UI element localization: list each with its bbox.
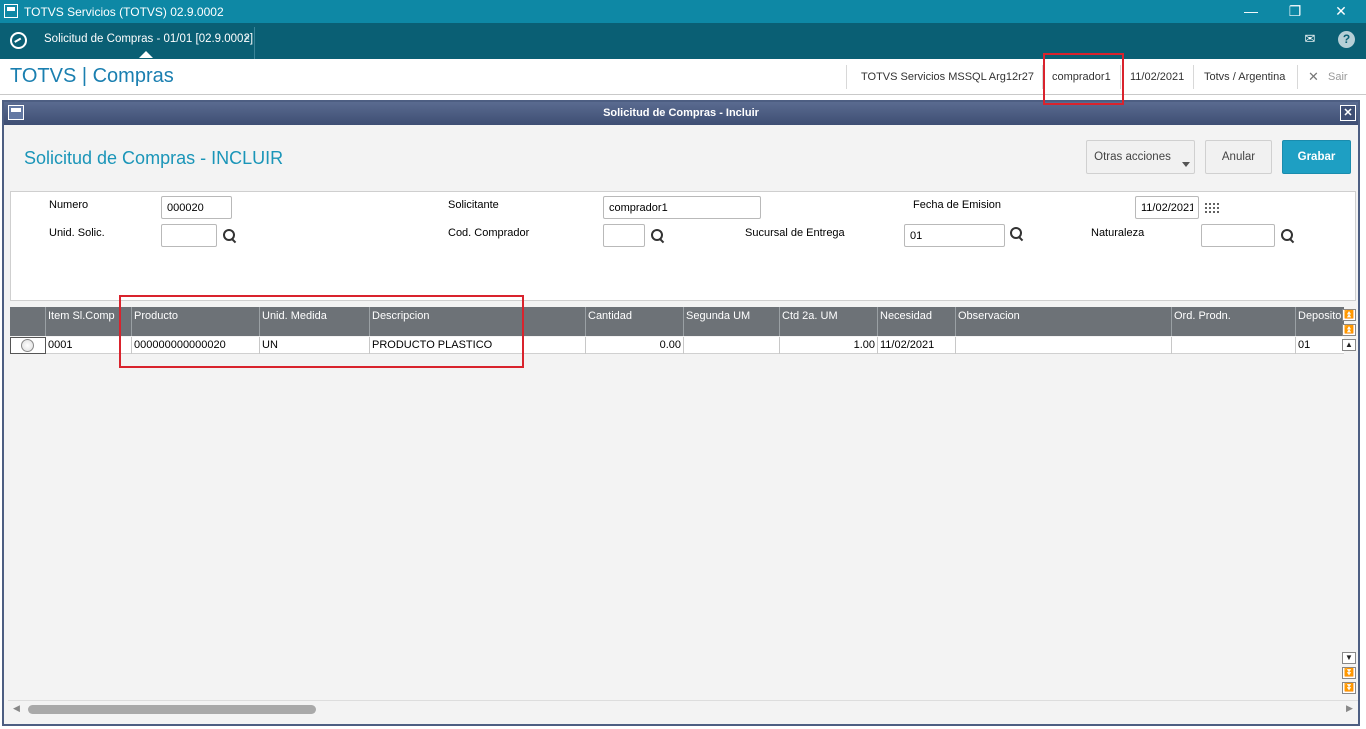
- row-selector-cell[interactable]: [10, 337, 46, 354]
- help-icon[interactable]: ?: [1338, 31, 1355, 48]
- company-label: Totvs / Argentina: [1204, 71, 1286, 83]
- grid-vertical-scrollbar[interactable]: ⏫ ⏫ ▲ ▼ ⏬ ⏬: [1342, 307, 1357, 696]
- other-actions-label: Otras acciones: [1094, 151, 1171, 163]
- column-header-deposito[interactable]: Deposito: [1296, 307, 1344, 336]
- header-divider: [1297, 65, 1298, 89]
- cancel-button[interactable]: Anular: [1205, 140, 1272, 174]
- module-brand: TOTVS | Compras: [10, 65, 174, 87]
- exit-icon[interactable]: ✕: [1308, 69, 1319, 85]
- tab-solicitud-de-compras[interactable]: Solicitud de Compras - 01/01 [02.9.0002]…: [36, 27, 255, 59]
- cell-cantidad[interactable]: 0.00: [586, 337, 684, 354]
- column-header-observacion[interactable]: Observacion: [956, 307, 1172, 336]
- cell-ctd-2a-um[interactable]: 1.00: [780, 337, 878, 354]
- window-close-button[interactable]: ✕: [1326, 2, 1356, 20]
- calendar-icon[interactable]: [1204, 202, 1220, 214]
- user-highlight-box: [1043, 53, 1124, 105]
- column-header-segunda-um[interactable]: Segunda UM: [684, 307, 780, 336]
- solicitante-field[interactable]: [603, 196, 761, 219]
- other-actions-button[interactable]: Otras acciones: [1086, 140, 1195, 174]
- cod-comprador-label: Cod. Comprador: [448, 227, 530, 239]
- naturaleza-label: Naturaleza: [1091, 227, 1145, 239]
- window-title: TOTVS Servicios (TOTVS) 02.9.0002: [24, 5, 224, 19]
- dialog-solicitud-incluir: Solicitud de Compras - Incluir ✕ Solicit…: [2, 100, 1360, 726]
- column-header-ctd-2a-um[interactable]: Ctd 2a. UM: [780, 307, 878, 336]
- column-header-ord-prodn[interactable]: Ord. Prodn.: [1172, 307, 1296, 336]
- grid-header-cell: [10, 307, 46, 336]
- form-panel: Numero Solicitante Fecha de Emision Unid…: [10, 191, 1356, 301]
- sucursal-entrega-field[interactable]: [904, 224, 1005, 247]
- header-divider: [1193, 65, 1194, 89]
- dialog-close-button[interactable]: ✕: [1340, 105, 1356, 121]
- solicitante-label: Solicitante: [448, 199, 499, 211]
- fecha-emision-label: Fecha de Emision: [913, 199, 1002, 211]
- app-window-icon: [4, 4, 18, 18]
- unid-solic-label: Unid. Solic.: [49, 227, 105, 239]
- tab-label: Solicitud de Compras - 01/01 [02.9.0002]: [44, 33, 254, 45]
- minimize-button[interactable]: —: [1236, 2, 1266, 20]
- cell-observacion[interactable]: [956, 337, 1172, 354]
- naturaleza-field[interactable]: [1201, 224, 1275, 247]
- scroll-page-down-icon[interactable]: ⏬: [1342, 667, 1356, 679]
- search-icon[interactable]: [1010, 227, 1024, 241]
- column-header-necesidad[interactable]: Necesidad: [878, 307, 956, 336]
- cod-comprador-field[interactable]: [603, 224, 645, 247]
- save-button[interactable]: Grabar: [1282, 140, 1351, 174]
- cell-deposito[interactable]: 01: [1296, 337, 1344, 354]
- search-icon[interactable]: [223, 229, 237, 243]
- module-header: TOTVS | Compras TOTVS Servicios MSSQL Ar…: [0, 59, 1366, 95]
- scroll-page-up-icon[interactable]: ⏫: [1342, 324, 1356, 336]
- tab-close-icon[interactable]: ×: [244, 32, 250, 44]
- totvs-logo-icon[interactable]: [10, 32, 27, 49]
- fecha-emision-field[interactable]: [1135, 196, 1199, 219]
- restore-button[interactable]: ❐: [1280, 2, 1310, 20]
- search-icon[interactable]: [651, 229, 665, 243]
- exit-link[interactable]: Sair: [1328, 71, 1348, 83]
- cell-ord-prodn[interactable]: [1172, 337, 1296, 354]
- dialog-window-icon: [8, 105, 24, 120]
- scroll-left-icon[interactable]: ◀: [13, 703, 20, 714]
- scroll-down-icon[interactable]: ▼: [1342, 652, 1356, 664]
- scrollbar-thumb[interactable]: [28, 705, 316, 714]
- tab-bar: Solicitud de Compras - 01/01 [02.9.0002]…: [0, 23, 1366, 59]
- scroll-up-icon[interactable]: ▲: [1342, 339, 1356, 351]
- dialog-titlebar: Solicitud de Compras - Incluir ✕: [4, 102, 1358, 125]
- chevron-down-icon: [1182, 162, 1190, 167]
- cell-necesidad[interactable]: 11/02/2021: [878, 337, 956, 354]
- scroll-top-icon[interactable]: ⏫: [1342, 309, 1356, 321]
- header-divider: [846, 65, 847, 89]
- scroll-bottom-icon[interactable]: ⏬: [1342, 682, 1356, 694]
- window-titlebar: TOTVS Servicios (TOTVS) 02.9.0002 — ❐ ✕: [0, 0, 1366, 23]
- scroll-right-icon[interactable]: ▶: [1346, 703, 1353, 714]
- environment-label: TOTVS Servicios MSSQL Arg12r27: [861, 71, 1035, 83]
- grid-highlight-box: [119, 295, 524, 368]
- mail-icon[interactable]: ✉: [1298, 31, 1322, 51]
- unid-solic-field[interactable]: [161, 224, 217, 247]
- cell-segunda-um[interactable]: [684, 337, 780, 354]
- date-label: 11/02/2021: [1130, 71, 1185, 83]
- form-title: Solicitud de Compras - INCLUIR: [24, 148, 284, 168]
- grid-horizontal-scrollbar[interactable]: ◀ ▶: [8, 700, 1358, 716]
- search-icon[interactable]: [1281, 229, 1295, 243]
- column-header-cantidad[interactable]: Cantidad: [586, 307, 684, 336]
- sucursal-entrega-label: Sucursal de Entrega: [745, 227, 845, 239]
- row-radio-icon[interactable]: [21, 339, 34, 352]
- numero-field[interactable]: [161, 196, 232, 219]
- dialog-title: Solicitud de Compras - Incluir: [603, 107, 759, 119]
- numero-label: Numero: [49, 199, 89, 211]
- active-tab-indicator: [139, 51, 153, 58]
